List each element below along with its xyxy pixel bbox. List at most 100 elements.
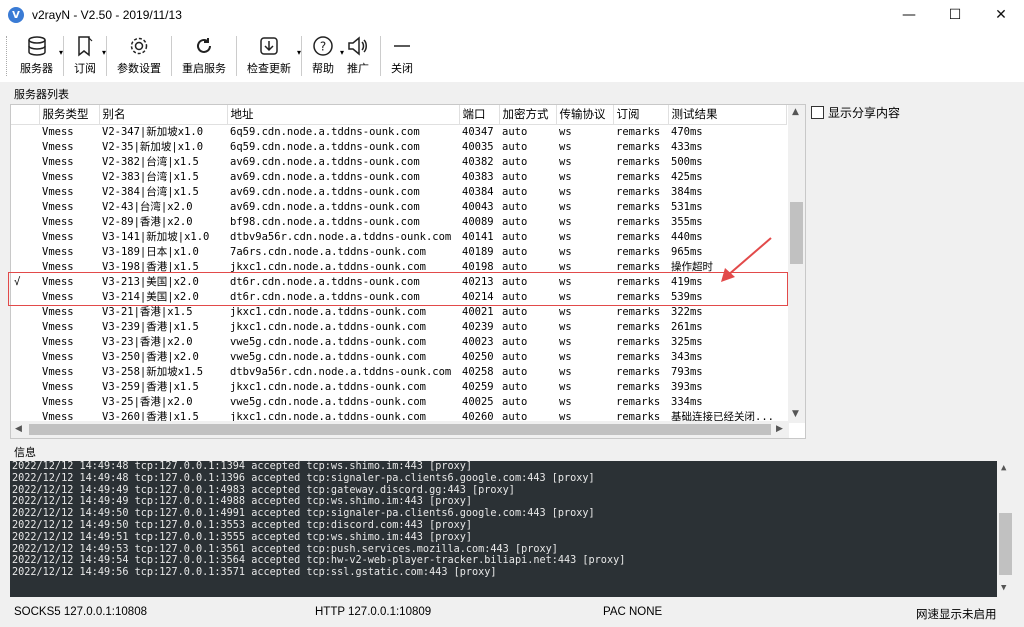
- server-table: 服务类型 别名 地址 端口 加密方式 传输协议 订阅 测试结果 Vmess V2-…: [11, 105, 787, 425]
- column-header[interactable]: 端口: [459, 105, 500, 125]
- cell-alias: V2-347|新加坡x1.0: [102, 125, 204, 138]
- cell-test-result: 261ms: [671, 320, 703, 333]
- cell-alias: V2-43|台湾|x2.0: [102, 200, 193, 213]
- scrollbar-thumb[interactable]: [29, 424, 771, 435]
- column-header[interactable]: 订阅: [613, 105, 669, 125]
- table-row[interactable]: Vmess V3-23|香港|x2.0 vwe5g.cdn.node.a.tddns…: [11, 335, 786, 350]
- column-header-select[interactable]: [11, 105, 40, 125]
- table-row[interactable]: Vmess V2-382|台湾|x1.5 av69.cdn.node.a.tddns…: [11, 155, 786, 170]
- table-row[interactable]: Vmess V2-347|新加坡x1.0 6q59.cdn.node.a.tddns…: [11, 124, 786, 140]
- servers-button[interactable]: 服务器 ▾: [14, 30, 63, 76]
- table-row[interactable]: Vmess V2-35|新加坡|x1.0 6q59.cdn.node.a.tddns…: [11, 140, 786, 155]
- log-panel[interactable]: 2022/12/12 14:49:48 tcp:127.0.0.1:1394 a…: [10, 461, 1014, 597]
- cell-type: Vmess: [42, 230, 74, 243]
- cell-type: Vmess: [42, 320, 74, 333]
- dropdown-arrow-icon[interactable]: ▾: [59, 48, 63, 57]
- cell-port: 40021: [462, 305, 494, 318]
- cell-address: bf98.cdn.node.a.tddns-ounk.com: [230, 215, 420, 228]
- table-row[interactable]: Vmess V2-384|台湾|x1.5 av69.cdn.node.a.tddns…: [11, 185, 786, 200]
- checkbox-box[interactable]: [811, 106, 824, 119]
- toolbar: 服务器 ▾ 订阅 ▾ 参数设置 重启服务 检查更新 ▾ ? 帮助 ▾ 推广 关闭: [0, 30, 1024, 82]
- annotation-arrow-icon: [721, 237, 772, 282]
- table-row[interactable]: Vmess V3-250|香港|x2.0 vwe5g.cdn.node.a.tddn…: [11, 350, 786, 365]
- table-row[interactable]: Vmess V2-89|香港|x2.0 bf98.cdn.node.a.tddns-…: [11, 215, 786, 230]
- cell-alias: V3-259|香港|x1.5: [102, 380, 199, 393]
- cell-test-result: 393ms: [671, 380, 703, 393]
- table-row[interactable]: Vmess V3-21|香港|x1.5 jkxc1.cdn.node.a.tddns…: [11, 305, 786, 320]
- cell-type: Vmess: [42, 365, 74, 378]
- table-row[interactable]: Vmess V3-239|香港|x1.5 jkxc1.cdn.node.a.tddn…: [11, 320, 786, 335]
- promote-button[interactable]: 推广: [340, 30, 376, 76]
- table-row[interactable]: Vmess V2-383|台湾|x1.5 av69.cdn.node.a.tddns…: [11, 170, 786, 185]
- maximize-button[interactable]: ☐: [932, 0, 978, 30]
- column-header[interactable]: 加密方式: [499, 105, 557, 125]
- cell-transport: ws: [559, 245, 572, 258]
- server-list-vertical-scrollbar[interactable]: ▲ ▼: [788, 105, 805, 423]
- speed-status: 网速显示未启用: [916, 609, 997, 621]
- row-selected-mark: [11, 200, 39, 215]
- cell-alias: V3-21|香港|x1.5: [102, 305, 193, 318]
- cell-type: Vmess: [42, 170, 74, 183]
- scrollbar-thumb[interactable]: [999, 513, 1012, 575]
- subscribe-button[interactable]: 订阅 ▾: [68, 30, 106, 76]
- column-header[interactable]: 测试结果: [668, 105, 787, 125]
- minimize-button[interactable]: —: [886, 0, 932, 30]
- cell-type: Vmess: [42, 380, 74, 393]
- scroll-up-arrow-icon[interactable]: ▲: [792, 107, 799, 117]
- v2rayn-logo-icon: V: [8, 7, 24, 23]
- log-vertical-scrollbar[interactable]: ▲ ▼: [997, 461, 1014, 597]
- cell-test-result: 343ms: [671, 350, 703, 363]
- table-row[interactable]: Vmess V3-189|日本|x1.0 7a6rs.cdn.node.a.tddn…: [11, 245, 786, 260]
- cell-alias: V2-35|新加坡|x1.0: [102, 140, 204, 153]
- cell-encryption: auto: [502, 125, 528, 138]
- cell-encryption: auto: [502, 395, 528, 408]
- table-row[interactable]: Vmess V3-141|新加坡|x1.0 dtbv9a56r.cdn.node.a…: [11, 230, 786, 245]
- close-button[interactable]: 关闭: [385, 30, 419, 76]
- row-selected-mark: [11, 335, 39, 350]
- minus-icon: [391, 34, 413, 58]
- servers-label: 服务器: [20, 62, 53, 75]
- cell-encryption: auto: [502, 200, 528, 213]
- server-list-horizontal-scrollbar[interactable]: ◀ ▶: [11, 421, 789, 438]
- column-header[interactable]: 地址: [227, 105, 460, 125]
- scroll-down-arrow-icon[interactable]: ▼: [1001, 583, 1006, 593]
- scrollbar-thumb[interactable]: [790, 202, 803, 264]
- info-label: 信息: [14, 447, 36, 459]
- pac-status: PAC NONE: [603, 606, 663, 618]
- log-line: 2022/12/12 14:49:50 tcp:127.0.0.1:3553 a…: [12, 519, 473, 531]
- cell-encryption: auto: [502, 305, 528, 318]
- gear-icon: [128, 34, 150, 58]
- cell-encryption: auto: [502, 155, 528, 168]
- check-update-button[interactable]: 检查更新 ▾: [241, 30, 301, 76]
- cell-address: av69.cdn.node.a.tddns-ounk.com: [230, 170, 420, 183]
- scroll-up-arrow-icon[interactable]: ▲: [1001, 463, 1006, 473]
- cell-alias: V3-189|日本|x1.0: [102, 245, 199, 258]
- toolbar-grip[interactable]: [6, 36, 12, 76]
- help-button[interactable]: ? 帮助 ▾: [306, 30, 344, 76]
- cell-type: Vmess: [42, 335, 74, 348]
- log-lines: 2022/12/12 14:49:48 tcp:127.0.0.1:1394 a…: [10, 461, 1014, 579]
- cell-alias: V2-382|台湾|x1.5: [102, 155, 199, 168]
- log-line: 2022/12/12 14:49:50 tcp:127.0.0.1:4991 a…: [12, 508, 595, 520]
- scroll-left-arrow-icon[interactable]: ◀: [15, 424, 22, 434]
- column-header[interactable]: 服务类型: [39, 105, 100, 125]
- scroll-right-arrow-icon[interactable]: ▶: [776, 424, 783, 434]
- cell-subscription: remarks: [616, 185, 661, 198]
- column-header[interactable]: 别名: [99, 105, 228, 125]
- show-share-checkbox[interactable]: 显示分享内容: [811, 104, 900, 121]
- table-row[interactable]: Vmess V3-259|香港|x1.5 jkxc1.cdn.node.a.tddn…: [11, 380, 786, 395]
- restart-button[interactable]: 重启服务: [176, 30, 232, 76]
- table-row[interactable]: Vmess V3-25|香港|x2.0 vwe5g.cdn.node.a.tddns…: [11, 395, 786, 410]
- table-row[interactable]: Vmess V3-258|新加坡x1.5 dtbv9a56r.cdn.node.a.…: [11, 365, 786, 380]
- settings-button[interactable]: 参数设置: [111, 30, 167, 76]
- scroll-down-arrow-icon[interactable]: ▼: [792, 409, 799, 419]
- dropdown-arrow-icon[interactable]: ▾: [297, 48, 301, 57]
- table-row[interactable]: Vmess V2-43|台湾|x2.0 av69.cdn.node.a.tddns-…: [11, 200, 786, 215]
- cell-encryption: auto: [502, 380, 528, 393]
- row-selected-mark: [11, 350, 39, 365]
- cell-type: Vmess: [42, 350, 74, 363]
- close-window-button[interactable]: ✕: [978, 0, 1024, 30]
- dropdown-arrow-icon[interactable]: ▾: [102, 48, 106, 57]
- help-label: 帮助: [312, 62, 334, 75]
- column-header[interactable]: 传输协议: [556, 105, 614, 125]
